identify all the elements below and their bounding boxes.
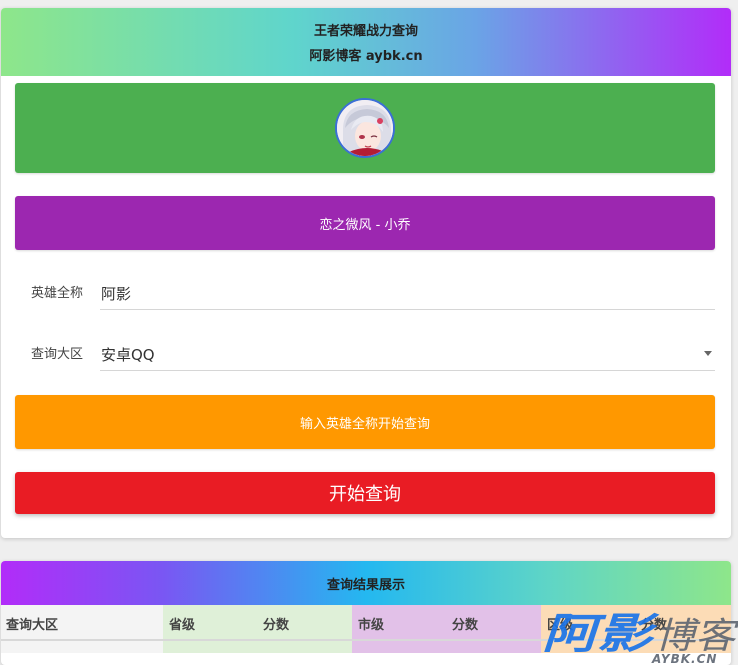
col-province: 省级 分数 (163, 605, 352, 641)
col-region: 查询大区 (1, 605, 163, 641)
table-cell (163, 641, 352, 653)
avatar-panel (15, 83, 715, 173)
hero-name-bar: 恋之微风 - 小乔 (15, 196, 715, 250)
col-region-label: 查询大区 (6, 618, 59, 633)
hero-avatar (335, 98, 395, 158)
chevron-down-icon[interactable] (704, 351, 712, 356)
hero-name-field: 英雄全称 阿影 (15, 270, 715, 310)
col-city: 市级 分数 (352, 605, 541, 641)
page-title: 王者荣耀战力查询 (313, 24, 418, 39)
results-table-header: 查询大区 省级 分数 市级 分数 区级 分数 (1, 605, 731, 641)
page-subtitle: 阿影博客 aybk.cn (309, 49, 423, 64)
table-cell (541, 641, 731, 653)
results-card: 查询结果展示 查询大区 省级 分数 市级 分数 区级 分数 (1, 561, 731, 665)
col-city-label: 市级 (358, 618, 385, 633)
hero-name-label: 英雄全称 (31, 286, 84, 301)
results-title: 查询结果展示 (1, 561, 731, 605)
col-district-score-label: 分数 (641, 618, 668, 633)
col-city-score-label: 分数 (452, 618, 479, 633)
hero-name-input[interactable]: 阿影 (100, 270, 715, 310)
region-select[interactable]: 安卓QQ (100, 331, 715, 371)
hero-avatar-image (337, 100, 393, 156)
region-label: 查询大区 (31, 347, 84, 362)
region-field: 查询大区 安卓QQ (15, 331, 715, 371)
col-province-label: 省级 (169, 618, 196, 633)
results-table-body (1, 641, 731, 653)
col-province-score-label: 分数 (263, 618, 290, 633)
start-query-button[interactable]: 开始查询 (15, 472, 715, 514)
query-hint-bar: 输入英雄全称开始查询 (15, 395, 715, 449)
col-district: 区级 分数 (541, 605, 731, 641)
card-header: 王者荣耀战力查询 阿影博客 aybk.cn (1, 8, 731, 76)
table-cell (1, 641, 163, 653)
table-cell (352, 641, 541, 653)
col-district-label: 区级 (547, 618, 574, 633)
